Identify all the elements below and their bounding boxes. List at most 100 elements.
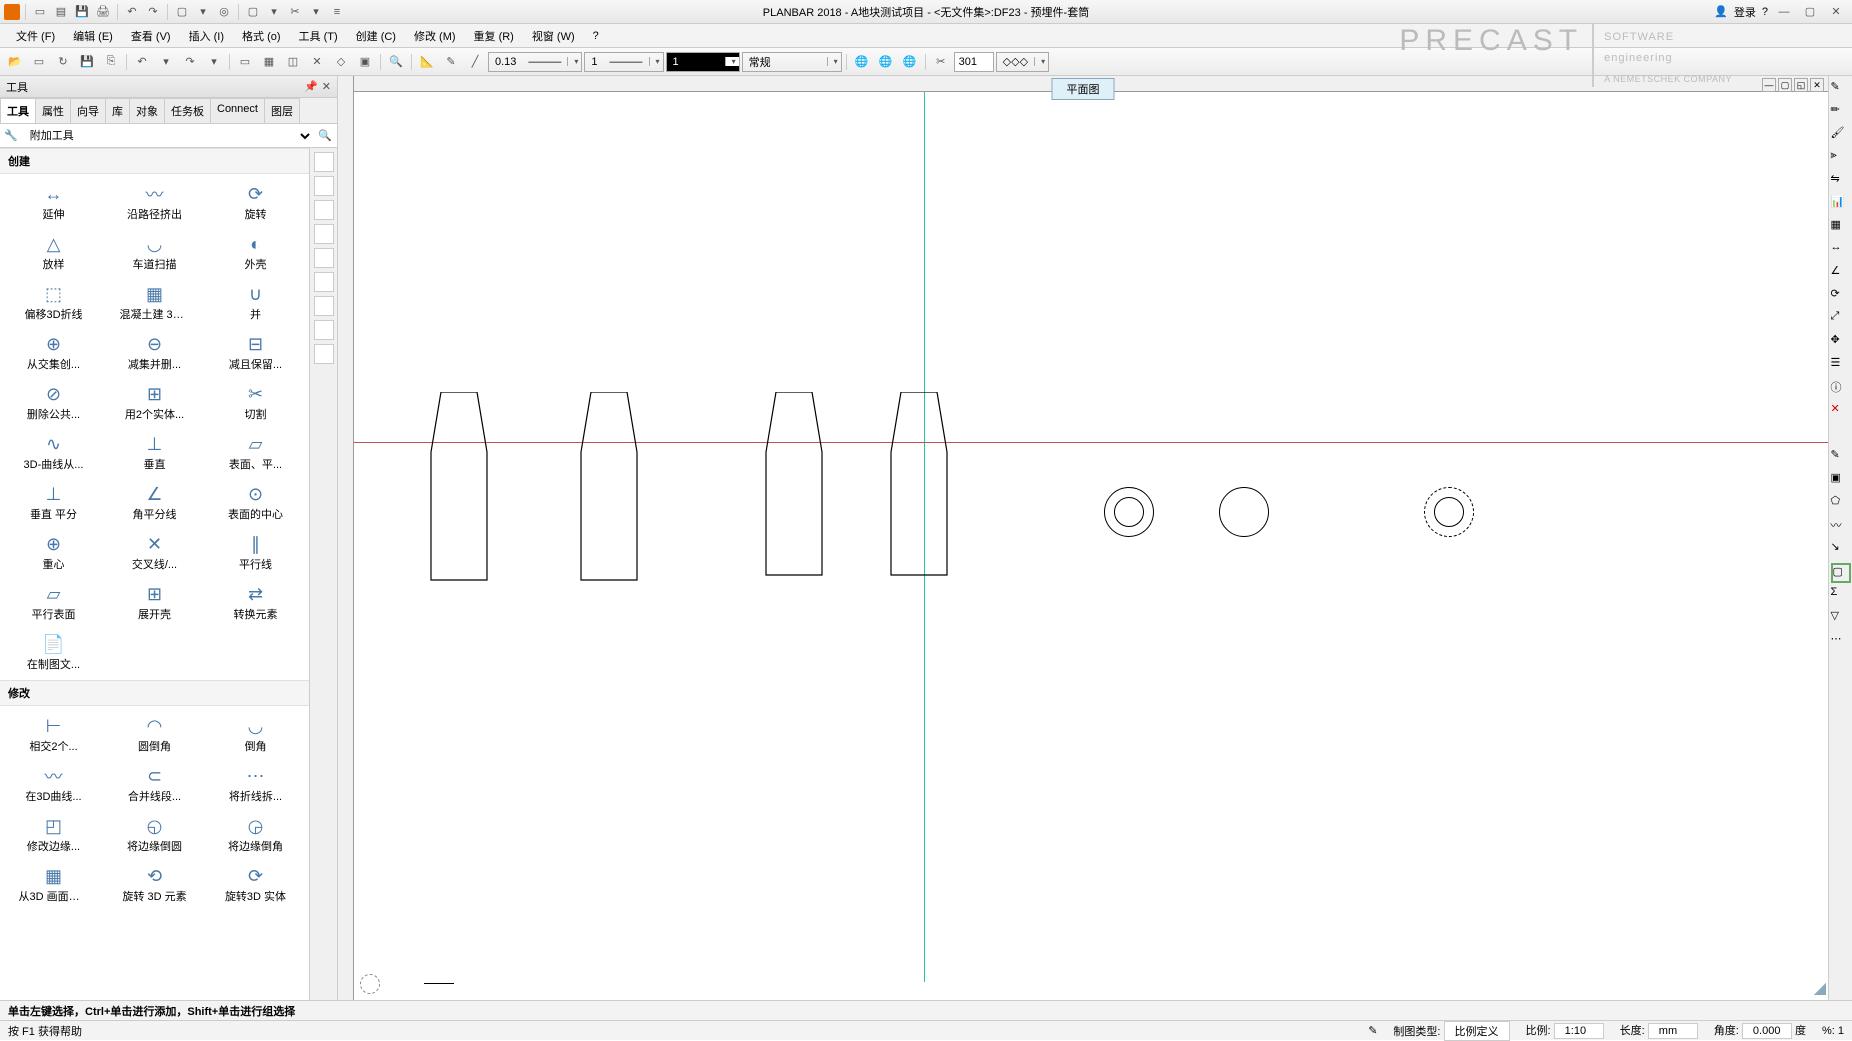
menu-查看[interactable]: 查看 (V) bbox=[123, 25, 179, 47]
tool-混凝土建 3D对象[interactable]: ▦混凝土建 3D对象 bbox=[105, 278, 204, 326]
panel-tab-向导[interactable]: 向导 bbox=[70, 98, 106, 123]
tb2-redo-drop-icon[interactable]: ▾ bbox=[203, 51, 225, 73]
rt-info-icon[interactable]: ⓘ bbox=[1831, 379, 1851, 399]
compass-icon[interactable] bbox=[360, 974, 380, 994]
rt-edit-icon[interactable]: ✎ bbox=[1831, 448, 1851, 468]
side-image-icon[interactable] bbox=[314, 344, 334, 364]
tb2-pencil-icon[interactable]: ✎ bbox=[440, 51, 462, 73]
tool-旋转 3D 元素[interactable]: ⟲旋转 3D 元素 bbox=[105, 860, 204, 908]
rt-format-icon[interactable]: 🖌 bbox=[1831, 126, 1851, 146]
menu-文件[interactable]: 文件 (F) bbox=[8, 25, 63, 47]
menu-工具[interactable]: 工具 (T) bbox=[291, 25, 346, 47]
length-value[interactable]: mm bbox=[1648, 1023, 1698, 1039]
tb2-scissors-icon[interactable]: ✂ bbox=[930, 51, 952, 73]
tool-平行表面[interactable]: ▱平行表面 bbox=[4, 578, 103, 626]
rt-mirror-icon[interactable]: ⇋ bbox=[1831, 172, 1851, 192]
tool-延伸[interactable]: ↔延伸 bbox=[4, 178, 103, 226]
tool-偏移3D折线[interactable]: ⬚偏移3D折线 bbox=[4, 278, 103, 326]
tool-平行线[interactable]: ∥平行线 bbox=[206, 528, 305, 576]
resize-grip-icon[interactable]: ◢ bbox=[1814, 978, 1826, 998]
tb2-view3-icon[interactable]: ◫ bbox=[282, 51, 304, 73]
search-icon[interactable]: 🔍 bbox=[313, 129, 337, 142]
tb-dropdown2-icon[interactable]: ▾ bbox=[265, 3, 283, 21]
tool-旋转3D 实体[interactable]: ⟳旋转3D 实体 bbox=[206, 860, 305, 908]
tb-open-icon[interactable]: ▤ bbox=[52, 3, 70, 21]
tool-垂直 平分[interactable]: ⊥垂直 平分 bbox=[4, 478, 103, 526]
tool-3D-曲线从...[interactable]: ∿3D-曲线从... bbox=[4, 428, 103, 476]
rt-curve-icon[interactable]: 〰 bbox=[1831, 517, 1851, 537]
side-pen-icon[interactable] bbox=[314, 320, 334, 340]
tool-从3D 画面中删...[interactable]: ▦从3D 画面中删... bbox=[4, 860, 103, 908]
rt-grid-icon[interactable]: ▦ bbox=[1831, 218, 1851, 238]
panel-tab-库[interactable]: 库 bbox=[105, 98, 130, 123]
tb2-window-icon[interactable]: ▭ bbox=[28, 51, 50, 73]
panel-tab-任务板[interactable]: 任务板 bbox=[164, 98, 211, 123]
drawing-canvas[interactable]: 平面图 — ▢ ◱ ✕ bbox=[338, 76, 1828, 1000]
rt-scale-icon[interactable]: ⤢ bbox=[1831, 310, 1851, 330]
thickness-combo[interactable]: 0.13———▾ bbox=[488, 52, 582, 72]
tb2-copy-icon[interactable]: ⎘ bbox=[100, 51, 122, 73]
tool-转换元素[interactable]: ⇄转换元素 bbox=[206, 578, 305, 626]
view-label[interactable]: 平面图 bbox=[1052, 78, 1115, 100]
tb-tool-icon[interactable]: ✂ bbox=[286, 3, 304, 21]
side-hatch-icon[interactable] bbox=[314, 248, 334, 268]
tool-交叉线/...[interactable]: ✕交叉线/... bbox=[105, 528, 204, 576]
pin-icon[interactable]: 📌 bbox=[304, 80, 318, 93]
tool-合并线段...[interactable]: ⊂合并线段... bbox=[105, 760, 204, 808]
canvas-restore-icon[interactable]: ◱ bbox=[1794, 78, 1808, 92]
panel-tab-Connect[interactable]: Connect bbox=[210, 98, 265, 123]
rt-align-icon[interactable]: ⫸ bbox=[1831, 149, 1851, 169]
tb2-zoom-icon[interactable]: 🔍 bbox=[385, 51, 407, 73]
tool-表面、平...[interactable]: ▱表面、平... bbox=[206, 428, 305, 476]
tool-角平分线[interactable]: ∠角平分线 bbox=[105, 478, 204, 526]
side-layers-icon[interactable] bbox=[314, 176, 334, 196]
tool-将折线拆...[interactable]: ⋯将折线拆... bbox=[206, 760, 305, 808]
draw-type-value[interactable]: 比例定义 bbox=[1444, 1021, 1510, 1041]
color-combo[interactable]: 1 ▾ bbox=[666, 52, 740, 72]
menu-编辑[interactable]: 编辑 (E) bbox=[65, 25, 121, 47]
linetype-combo[interactable]: 1———▾ bbox=[584, 52, 663, 72]
login-link[interactable]: 登录 bbox=[1734, 4, 1756, 20]
panel-tab-对象[interactable]: 对象 bbox=[129, 98, 165, 123]
tb2-view2-icon[interactable]: ▦ bbox=[258, 51, 280, 73]
tb2-view6-icon[interactable]: ▣ bbox=[354, 51, 376, 73]
tool-展开壳[interactable]: ⊞展开壳 bbox=[105, 578, 204, 626]
rt-layers-icon[interactable]: ☰ bbox=[1831, 356, 1851, 376]
panel-close-icon[interactable]: ✕ bbox=[322, 80, 331, 93]
tb-dropdown3-icon[interactable]: ▾ bbox=[307, 3, 325, 21]
tb2-globe2-icon[interactable]: 🌐 bbox=[875, 51, 897, 73]
tool-用2个实体...[interactable]: ⊞用2个实体... bbox=[105, 378, 204, 426]
rt-chart-icon[interactable]: 📊 bbox=[1831, 195, 1851, 215]
tool-切割[interactable]: ✂切割 bbox=[206, 378, 305, 426]
tool-减且保留...[interactable]: ⊟减且保留... bbox=[206, 328, 305, 376]
canvas-min-icon[interactable]: — bbox=[1762, 78, 1776, 92]
hatch-combo[interactable]: ◇◇◇▾ bbox=[996, 52, 1049, 72]
maximize-button[interactable]: ▢ bbox=[1800, 5, 1820, 19]
scale-value[interactable]: 1:10 bbox=[1554, 1023, 1604, 1039]
rt-angle-icon[interactable]: ∠ bbox=[1831, 264, 1851, 284]
tb2-refresh-icon[interactable]: ↻ bbox=[52, 51, 74, 73]
tool-将边缘倒角[interactable]: ◶将边缘倒角 bbox=[206, 810, 305, 858]
panel-tab-工具[interactable]: 工具 bbox=[0, 98, 36, 123]
side-cube-icon[interactable] bbox=[314, 152, 334, 172]
tb2-undo-icon[interactable]: ↶ bbox=[131, 51, 153, 73]
tb2-redo-icon[interactable]: ↷ bbox=[179, 51, 201, 73]
side-grid-icon[interactable] bbox=[314, 200, 334, 220]
side-ruler-icon[interactable] bbox=[314, 224, 334, 244]
tool-减集并删...[interactable]: ⊖减集并删... bbox=[105, 328, 204, 376]
menu-?[interactable]: ? bbox=[585, 27, 607, 45]
side-dim-icon[interactable] bbox=[314, 296, 334, 316]
tool-沿路径挤出[interactable]: 〰沿路径挤出 bbox=[105, 178, 204, 226]
rt-box-icon[interactable]: ▢ bbox=[1831, 563, 1851, 583]
tool-外壳[interactable]: ◐外壳 bbox=[206, 228, 305, 276]
tb2-save-icon[interactable]: 💾 bbox=[76, 51, 98, 73]
tb-new-icon[interactable]: ▭ bbox=[31, 3, 49, 21]
rt-sum-icon[interactable]: Σ bbox=[1831, 586, 1851, 606]
tb-redo-icon[interactable]: ↷ bbox=[144, 3, 162, 21]
tb-dropdown1-icon[interactable]: ▾ bbox=[194, 3, 212, 21]
tb-window1-icon[interactable]: ▢ bbox=[173, 3, 191, 21]
tool-垂直[interactable]: ⊥垂直 bbox=[105, 428, 204, 476]
panel-tab-属性[interactable]: 属性 bbox=[35, 98, 71, 123]
rt-filter-icon[interactable]: ▽ bbox=[1831, 609, 1851, 629]
tb2-undo-drop-icon[interactable]: ▾ bbox=[155, 51, 177, 73]
